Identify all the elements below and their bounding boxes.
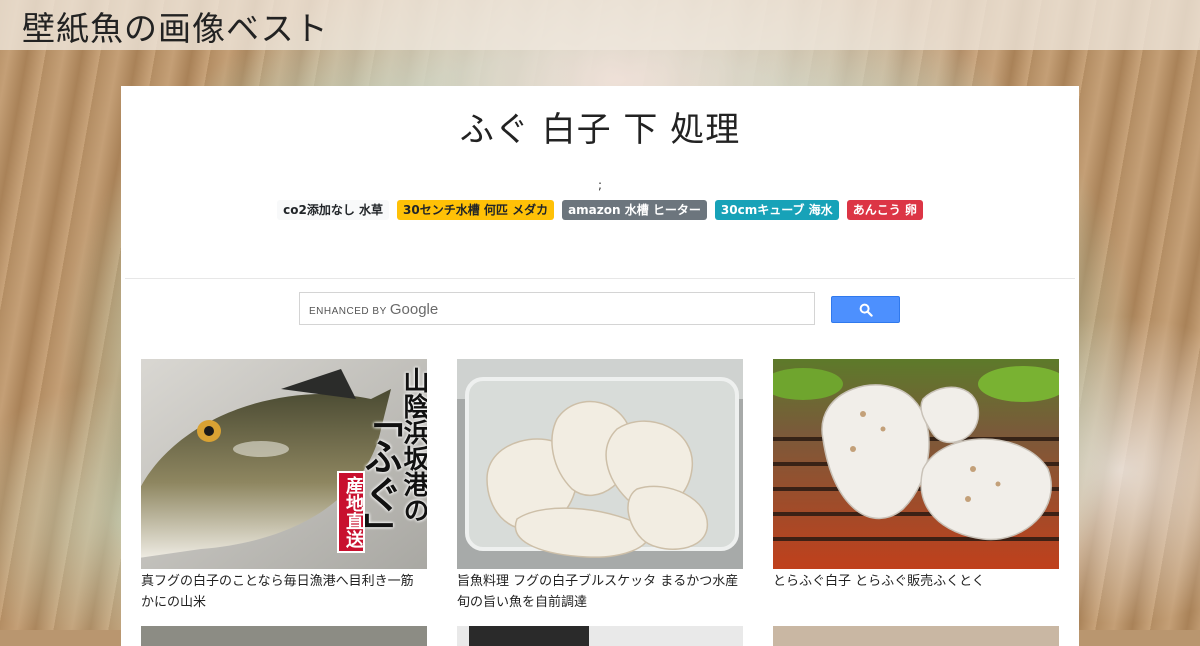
search-icon: [859, 303, 873, 317]
tag-badge[interactable]: あんこう 卵: [846, 200, 923, 220]
tag-list: co2添加なし 水草 30センチ水槽 何匹 メダカ amazon 水槽 ヒーター…: [121, 200, 1079, 220]
divider: [125, 278, 1075, 279]
image-card[interactable]: [141, 626, 427, 646]
tag-badge[interactable]: 30cmキューブ 海水: [714, 200, 839, 220]
search-branding: ENHANCED BY Google: [309, 301, 439, 318]
grilled-shirako-image[interactable]: [773, 359, 1059, 569]
search-input[interactable]: ENHANCED BY Google: [299, 292, 815, 325]
image-card[interactable]: [457, 626, 743, 646]
tag-badge[interactable]: co2添加なし 水草: [277, 200, 390, 220]
site-title[interactable]: 壁紙魚の画像ベスト: [22, 2, 329, 50]
page-title: ふぐ 白子 下 処理: [459, 110, 741, 150]
image-overlay-text: 「ふぐ」: [358, 399, 402, 551]
tag-badge[interactable]: 30センチ水槽 何匹 メダカ: [397, 200, 555, 220]
card-caption[interactable]: とらふぐ白子 とらふぐ販売ふくとく: [773, 571, 1059, 592]
image-card[interactable]: [773, 626, 1059, 646]
image-overlay-badge: 産地直送: [337, 471, 365, 553]
shirako-in-container-image[interactable]: [457, 359, 743, 569]
card-caption[interactable]: 旨魚料理 フグの白子ブルスケッタ まるかつ水産 旬の旨い魚を自前調達: [457, 571, 743, 613]
separator-text: ;: [597, 178, 603, 192]
content-panel: ふぐ 白子 下 処理 ; co2添加なし 水草 30センチ水槽 何匹 メダカ a…: [121, 86, 1079, 646]
card-caption[interactable]: 真フグの白子のことなら毎日漁港へ目利き一筋 かにの山米: [141, 571, 427, 613]
tag-badge[interactable]: amazon 水槽 ヒーター: [562, 200, 707, 220]
image-overlay-text: 山陰浜坂港の: [399, 367, 427, 523]
search-button[interactable]: [831, 296, 900, 323]
site-header: 壁紙魚の画像ベスト: [0, 0, 1200, 50]
pufferfish-image[interactable]: 山陰浜坂港の 「ふぐ」 産地直送: [141, 359, 427, 569]
